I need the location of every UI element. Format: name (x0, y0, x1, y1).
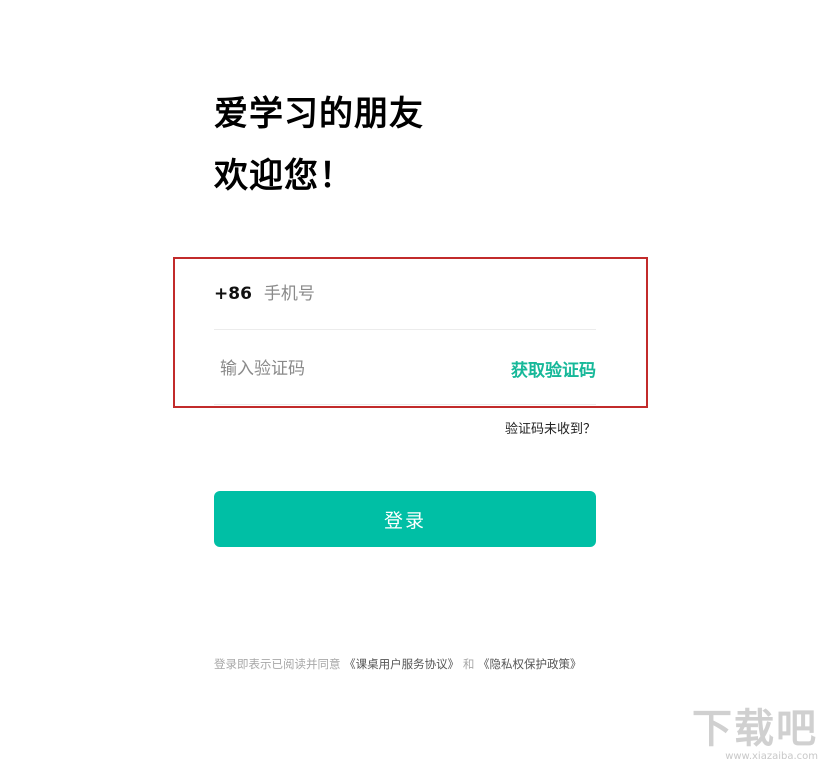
country-code[interactable]: +86 (214, 284, 252, 304)
welcome-line-2: 欢迎您！ (214, 156, 354, 196)
watermark-logo: 下载吧 www.xiazaiba.com (688, 707, 818, 767)
code-row: 获取验证码 (214, 333, 596, 405)
login-page: 爱学习的朋友 欢迎您！ +86 获取验证码 验证码未收到？ 登录 登录即表示已阅… (0, 0, 826, 771)
code-not-received-link[interactable]: 验证码未收到？ (505, 418, 596, 437)
phone-row: +86 (214, 258, 596, 330)
watermark-logo-text: 下载吧 (692, 706, 818, 752)
agreement-prefix: 登录即表示已阅读并同意 (214, 657, 341, 671)
agreement-text: 登录即表示已阅读并同意 《课桌用户服务协议》 和 《隐私权保护政策》 (214, 656, 581, 672)
welcome-line-1: 爱学习的朋友 (214, 94, 424, 134)
verification-code-input[interactable] (214, 353, 511, 384)
welcome-heading: 爱学习的朋友 欢迎您！ (214, 94, 634, 196)
phone-input[interactable] (263, 278, 596, 309)
privacy-policy-link[interactable]: 《隐私权保护政策》 (478, 657, 582, 671)
service-agreement-link[interactable]: 《课桌用户服务协议》 (344, 657, 459, 671)
watermark-site-text: www.xiazaiba.com (725, 751, 818, 762)
get-code-button[interactable]: 获取验证码 (511, 356, 596, 381)
login-button[interactable]: 登录 (214, 491, 596, 547)
agreement-and: 和 (462, 657, 475, 671)
